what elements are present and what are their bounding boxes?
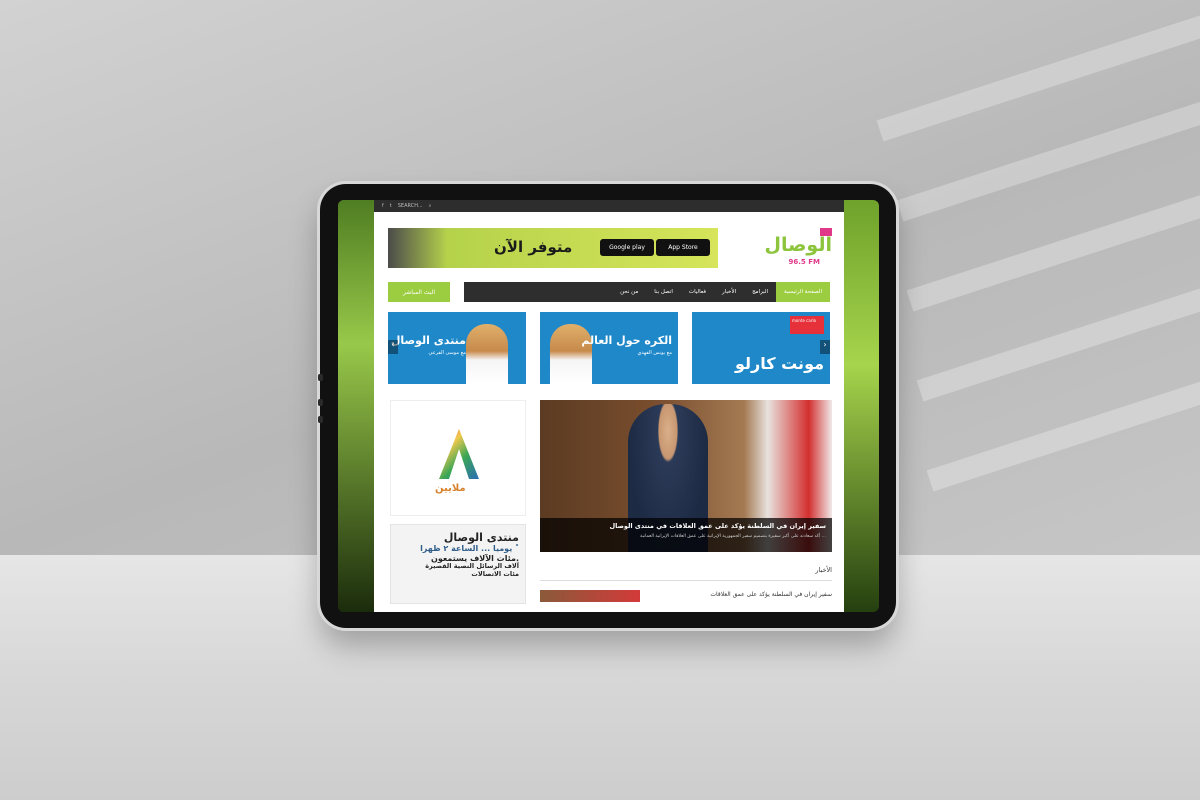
nav-item-events[interactable]: فعاليات bbox=[681, 282, 714, 302]
main-content: ملايين منتدى الوصال يوميا ... الساعة ٢ ظ… bbox=[374, 398, 844, 608]
search-input[interactable]: SEARCH... bbox=[398, 203, 423, 209]
ad-line: منتدى الوصال bbox=[443, 531, 519, 544]
page-background-left bbox=[338, 200, 374, 612]
promo-card[interactable]: منتدى الوصال مع موسى الفرعي ‹ bbox=[388, 312, 526, 384]
promo-card[interactable]: الكره حول العالم مع يونس الفهدي bbox=[540, 312, 678, 384]
nav-item-home[interactable]: الصفحة الرئيسية bbox=[776, 282, 830, 302]
promo-row: منتدى الوصال مع موسى الفرعي ‹ الكره حول … bbox=[374, 308, 844, 398]
navigation-row: البث المباشر الصفحة الرئيسية البرامج الأ… bbox=[374, 278, 844, 308]
nav-item-news[interactable]: الأخبار bbox=[714, 282, 744, 302]
app-banner[interactable]: متوفر الآن Google play App Store bbox=[388, 228, 718, 268]
nav-item-programs[interactable]: البرامج bbox=[744, 282, 776, 302]
promo-card[interactable]: monte carlo مونت كارلو › bbox=[692, 312, 830, 384]
page-background-right bbox=[843, 200, 879, 612]
web-page: f t SEARCH... ⌕ متوفر الآن Google play A… bbox=[374, 200, 844, 612]
sidebar-ad[interactable]: ملايين bbox=[390, 400, 526, 516]
twitter-icon[interactable]: t bbox=[390, 203, 392, 209]
tablet-button bbox=[318, 416, 323, 423]
news-thumbnail bbox=[540, 590, 640, 602]
google-play-badge[interactable]: Google play bbox=[600, 239, 654, 256]
slider-prev-icon[interactable]: ‹ bbox=[388, 340, 398, 354]
site-logo[interactable]: الوصال 96.5 FM bbox=[752, 228, 832, 268]
light-streak bbox=[926, 377, 1200, 492]
tablet-button bbox=[318, 374, 323, 381]
featured-description: أكد سعادته على أكبر سفيرة بتصميم سفير ال… bbox=[640, 534, 826, 539]
tablet-device: f t SEARCH... ⌕ متوفر الآن Google play A… bbox=[318, 184, 896, 628]
presenter-photo bbox=[550, 324, 592, 384]
news-title[interactable]: سفير إيران في السلطنة يؤكد على عمق العلا… bbox=[710, 591, 832, 598]
logo-frequency: 96.5 FM bbox=[788, 258, 820, 266]
app-store-badge[interactable]: App Store bbox=[656, 239, 710, 256]
slider-next-icon[interactable]: › bbox=[820, 340, 830, 354]
ad-logo-icon bbox=[439, 429, 479, 479]
facebook-icon[interactable]: f bbox=[382, 203, 384, 209]
monte-carlo-logo: monte carlo bbox=[790, 316, 824, 334]
search-icon[interactable]: ⌕ bbox=[429, 203, 432, 209]
top-bar: f t SEARCH... ⌕ bbox=[374, 200, 844, 212]
promo-title: منتدى الوصال bbox=[390, 334, 466, 347]
promo-subtitle: مع موسى الفرعي bbox=[428, 350, 467, 356]
news-section-title: الأخبار bbox=[540, 566, 832, 581]
nav-item-contact[interactable]: اتصل بنا bbox=[646, 282, 681, 302]
live-stream-button[interactable]: البث المباشر bbox=[388, 282, 450, 302]
main-nav: الصفحة الرئيسية البرامج الأخبار فعاليات … bbox=[464, 282, 830, 302]
presenter-photo bbox=[466, 324, 508, 384]
sidebar-program-ad[interactable]: منتدى الوصال يوميا ... الساعة ٢ ظهرا ˚ م… bbox=[390, 524, 526, 604]
featured-news[interactable]: سفير إيران في السلطنة يؤكد على عمق العلا… bbox=[540, 400, 832, 552]
light-streak bbox=[916, 281, 1200, 402]
ad-line: مئات الاتصالات bbox=[471, 570, 519, 579]
tablet-button bbox=[318, 399, 323, 406]
promo-subtitle: مع يونس الفهدي bbox=[637, 350, 672, 356]
ad-text: ملايين bbox=[435, 483, 466, 494]
banner-slogan: متوفر الآن bbox=[494, 238, 573, 256]
site-header: متوفر الآن Google play App Store الوصال … bbox=[374, 212, 844, 278]
featured-caption: سفير إيران في السلطنة يؤكد على عمق العلا… bbox=[540, 518, 832, 552]
logo-name: الوصال bbox=[764, 234, 832, 256]
featured-title[interactable]: سفير إيران في السلطنة يؤكد على عمق العلا… bbox=[546, 522, 826, 530]
ad-line: يوميا ... الساعة ٢ ظهرا ˚ bbox=[420, 544, 519, 554]
promo-title: الكره حول العالم bbox=[581, 334, 672, 347]
promo-title: مونت كارلو bbox=[734, 354, 824, 373]
news-item[interactable]: سفير إيران في السلطنة يؤكد على عمق العلا… bbox=[540, 590, 832, 602]
nav-item-about[interactable]: من نحن bbox=[612, 282, 646, 302]
tablet-screen: f t SEARCH... ⌕ متوفر الآن Google play A… bbox=[338, 200, 879, 612]
